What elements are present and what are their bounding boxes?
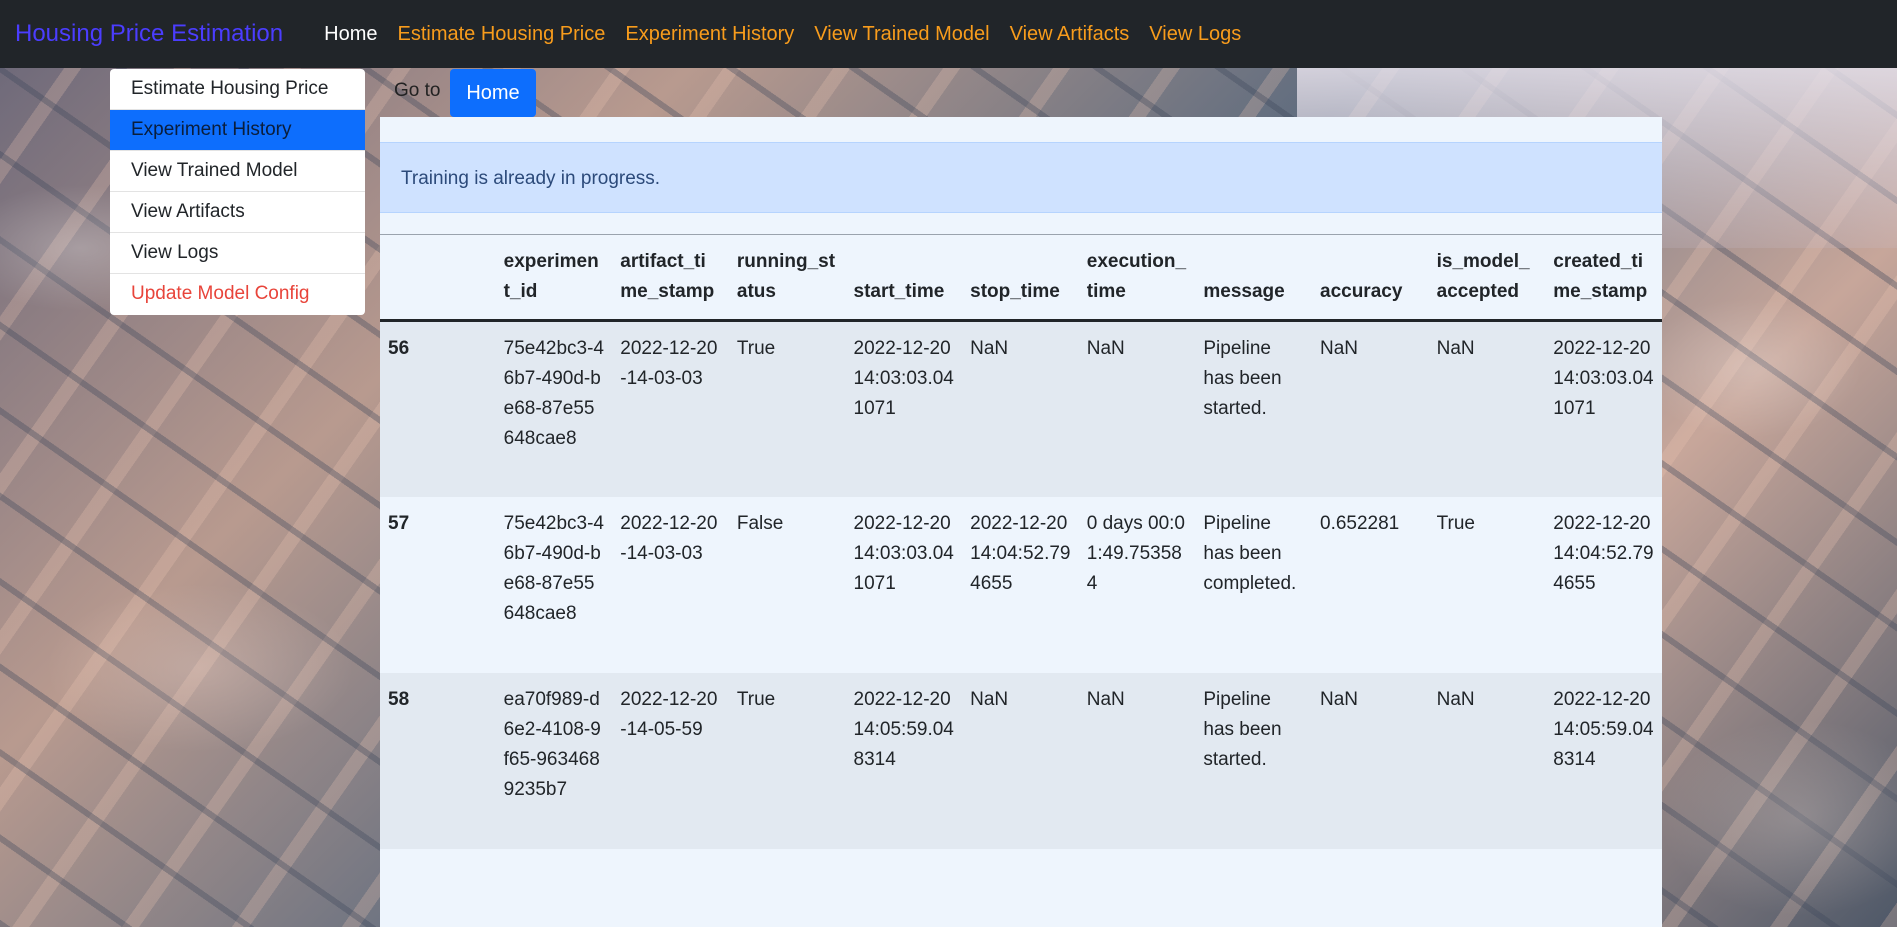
cell-message: Pipeline has been completed. [1195,496,1312,673]
col-header-running-status: running_status [728,234,846,322]
nav-dropdown-menu: Estimate Housing Price Experiment Histor… [110,69,365,315]
col-header-created-time-stamp: created_time_stamp [1545,234,1662,322]
cell-message: Pipeline has been started. [1195,672,1312,849]
cell-artifact-time-stamp: 2022-12-20-14-05-59 [612,672,729,849]
cell-execution-time: 0 days 00:01:49.753584 [1078,496,1196,673]
row-index: 56 [380,320,496,497]
cell-message: Pipeline has been started. [1195,320,1312,497]
cell-running-status: True [728,320,846,497]
table-row: 57 75e42bc3-46b7-490d-be68-87e55648cae8 … [380,496,1662,673]
cell-is-model-accepted: True [1428,496,1546,673]
col-header-is-model-accepted: is_model_accepted [1428,234,1546,322]
nav-view-logs[interactable]: View Logs [1139,23,1251,46]
cell-experiment-id: 75e42bc3-46b7-490d-be68-87e55648cae8 [495,496,613,673]
cell-is-model-accepted: NaN [1428,672,1546,849]
brand-title[interactable]: Housing Price Estimation [15,20,283,48]
col-header-artifact-time-stamp: artifact_time_stamp [612,234,729,322]
row-index: 57 [380,496,496,673]
col-header-execution-time: execution_time [1078,234,1196,322]
row-index: 58 [380,672,496,849]
cell-artifact-time-stamp: 2022-12-20-14-03-03 [612,320,729,497]
cell-artifact-time-stamp: 2022-12-20-14-03-03 [612,496,729,673]
menu-item-view-artifacts[interactable]: View Artifacts [110,192,365,233]
cell-stop-time: NaN [962,320,1079,497]
cell-start-time: 2022-12-20 14:05:59.048314 [845,672,963,849]
home-button[interactable]: Home [450,69,536,117]
cell-is-model-accepted: NaN [1428,320,1546,497]
cell-created-time-stamp: 2022-12-20 14:03:03.041071 [1545,320,1662,497]
cell-start-time: 2022-12-20 14:03:03.041071 [845,496,963,673]
col-header-accuracy: accuracy [1312,234,1429,322]
status-alert: Training is already in progress. [380,142,1662,213]
cell-accuracy: NaN [1312,320,1429,497]
col-header-start-time: start_time [845,234,963,322]
content-card: Training is already in progress. experim… [380,117,1662,927]
nav-experiment-history[interactable]: Experiment History [615,23,804,46]
cell-running-status: False [728,496,846,673]
cell-created-time-stamp: 2022-12-20 14:05:59.048314 [1545,672,1662,849]
cell-execution-time: NaN [1078,320,1196,497]
top-navbar: Housing Price Estimation Home Estimate H… [0,0,1897,68]
cell-start-time: 2022-12-20 14:03:03.041071 [845,320,963,497]
cell-stop-time: 2022-12-20 14:04:52.794655 [962,496,1079,673]
col-header-stop-time: stop_time [962,234,1079,322]
goto-label: Go to [394,80,441,101]
nav-estimate-housing-price[interactable]: Estimate Housing Price [387,23,615,46]
cell-experiment-id: 75e42bc3-46b7-490d-be68-87e55648cae8 [495,320,613,497]
col-header-message: message [1195,234,1312,322]
cell-accuracy: 0.652281 [1312,496,1429,673]
menu-item-experiment-history[interactable]: Experiment History [110,110,365,151]
nav-view-trained-model[interactable]: View Trained Model [804,23,999,46]
menu-item-view-logs[interactable]: View Logs [110,233,365,274]
cell-created-time-stamp: 2022-12-20 14:04:52.794655 [1545,496,1662,673]
menu-item-estimate-housing-price[interactable]: Estimate Housing Price [110,69,365,110]
cell-stop-time: NaN [962,672,1079,849]
cell-accuracy: NaN [1312,672,1429,849]
menu-item-update-model-config[interactable]: Update Model Config [110,274,365,315]
experiment-history-table: experiment_id artifact_time_stamp runnin… [380,234,1662,849]
table-header-row: experiment_id artifact_time_stamp runnin… [380,234,1662,322]
cell-running-status: True [728,672,846,849]
table-row: 58 ea70f989-d6e2-4108-9f65-9634689235b7 … [380,672,1662,849]
col-header-experiment-id: experiment_id [495,234,613,322]
cell-experiment-id: ea70f989-d6e2-4108-9f65-9634689235b7 [495,672,613,849]
table-row: 56 75e42bc3-46b7-490d-be68-87e55648cae8 … [380,320,1662,497]
col-header-index [380,234,496,322]
menu-item-view-trained-model[interactable]: View Trained Model [110,151,365,192]
nav-home[interactable]: Home [314,23,387,46]
cell-execution-time: NaN [1078,672,1196,849]
nav-view-artifacts[interactable]: View Artifacts [1000,23,1140,46]
